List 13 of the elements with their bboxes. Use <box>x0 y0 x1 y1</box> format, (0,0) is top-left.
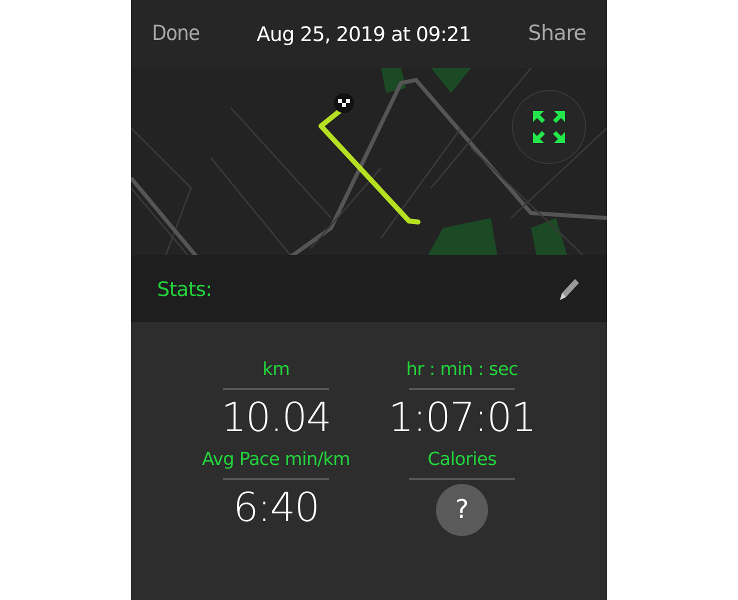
window-title: Aug 25, 2019 at 09:21 <box>256 21 472 48</box>
stats-label: Stats: <box>157 276 212 302</box>
stat-label: km <box>262 358 290 382</box>
stat-value: 6:40 <box>233 484 319 532</box>
stat-label: hr : min : sec <box>406 358 518 382</box>
expand-icon <box>533 111 565 143</box>
unknown-value-button[interactable]: ? <box>436 484 488 536</box>
stat-value: 1:07:01 <box>388 394 536 442</box>
stat-label: Avg Pace min/km <box>202 448 350 472</box>
share-button[interactable]: Share <box>528 18 586 50</box>
stat-value: 10.04 <box>221 394 331 442</box>
stat-label: Calories <box>428 448 496 472</box>
done-button[interactable]: Done <box>152 18 200 50</box>
